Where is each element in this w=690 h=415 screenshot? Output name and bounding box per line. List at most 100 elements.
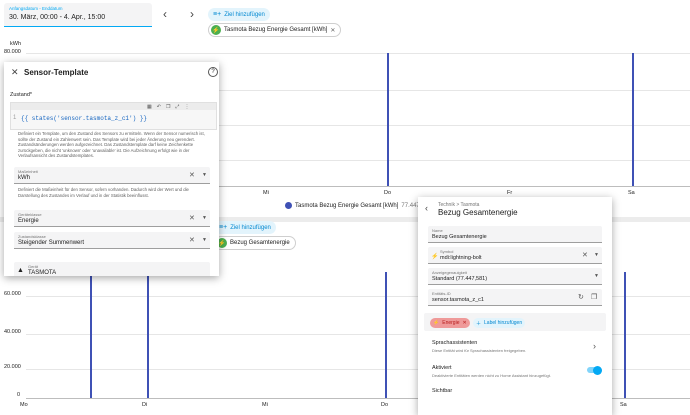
unit-field[interactable]: Maßeinheit kWh ✕ ▼ <box>14 167 210 184</box>
chevron-right-icon: › <box>593 341 596 351</box>
clear-icon[interactable]: ✕ <box>189 214 195 222</box>
label-chip-energie[interactable]: ⚡ Energie ✕ <box>430 318 470 328</box>
copy-icon[interactable]: ❐ <box>166 104 170 110</box>
dropdown-arrow-icon[interactable]: ▼ <box>202 172 207 178</box>
chart-bar[interactable] <box>385 272 387 398</box>
dropdown-arrow-icon[interactable]: ▼ <box>202 237 207 243</box>
grid-line <box>26 53 690 54</box>
unit-value: kWh <box>18 175 30 181</box>
undo-icon[interactable]: ↶ <box>157 104 161 110</box>
x-tick-label: Sa <box>628 190 635 196</box>
y-tick-label: 20.000 <box>4 364 21 370</box>
next-period-button[interactable]: › <box>190 8 194 20</box>
legend-label: Tasmota Bezug Energie Gesamt [kWh] <box>295 202 399 209</box>
back-arrow-icon[interactable]: ‹ <box>425 204 428 213</box>
previous-period-button[interactable]: ‹ <box>163 8 167 20</box>
toggle-knob <box>593 365 602 375</box>
clear-icon[interactable]: ✕ <box>189 236 195 244</box>
expand-icon[interactable]: ⤢ <box>175 104 179 110</box>
device-class-value: Energie <box>18 218 39 224</box>
name-field[interactable]: Name Bezug Gesamtenergie <box>428 226 602 243</box>
close-icon[interactable]: ✕ <box>462 320 466 326</box>
device-class-label: Geräteklasse <box>18 212 42 217</box>
state-label: Zustand* <box>10 92 33 98</box>
voice-assistants-row[interactable]: Sprachassistenten Diese Entität wird für… <box>418 338 612 360</box>
clear-icon[interactable]: ✕ <box>582 251 588 259</box>
device-value: TASMOTA <box>28 270 57 276</box>
lightning-bolt-icon: ⚡ <box>211 25 221 35</box>
entity-id-label: Entitäts-ID <box>432 291 451 296</box>
display-precision-field[interactable]: Anzeigegenauigkeit Standard (77.447,581)… <box>428 268 602 285</box>
device-icon: ▲ <box>17 267 24 274</box>
icon-field[interactable]: Symbol ⚡ mdi:lightning-bolt ✕ ▼ <box>428 247 602 264</box>
close-dialog-icon[interactable]: ✕ <box>11 68 19 77</box>
dropdown-arrow-icon[interactable]: ▼ <box>594 273 599 279</box>
enabled-toggle[interactable] <box>587 365 602 375</box>
x-tick-label: Fr <box>507 190 513 196</box>
unit-label: Maßeinheit <box>18 169 38 174</box>
add-label-button[interactable]: ＋ Label hinzufügen <box>473 318 526 328</box>
device-field[interactable]: Gerät ▲ TASMOTA <box>14 262 210 276</box>
y-tick-label: 80.000 <box>4 49 21 55</box>
state-class-field[interactable]: Zustandsklasse Steigender Summenwert ✕ ▼ <box>14 232 210 249</box>
add-target-button-bottom[interactable]: ≡+ Ziel hinzufügen <box>214 221 276 234</box>
more-icon[interactable]: ⋮ <box>184 104 189 110</box>
chart-bar[interactable] <box>624 272 626 398</box>
editor-toolbar-icons[interactable]: ▦ ↶ ❐ ⤢ ⋮ <box>147 104 189 110</box>
close-icon[interactable]: ✕ <box>330 27 335 34</box>
entity-id-field[interactable]: Entitäts-ID sensor.tasmota_z_c1 ↻ ❐ <box>428 289 602 306</box>
date-range-picker[interactable]: Anfangsdatum - Enddatum 30. März, 00:00 … <box>4 3 152 27</box>
y-tick-label: 0 <box>17 392 21 398</box>
chart-bar[interactable] <box>632 53 634 186</box>
copy-icon[interactable]: ❐ <box>591 293 597 301</box>
voice-assistants-subtitle: Diese Entität wird für Sprachassistenten… <box>432 348 527 353</box>
x-tick-label: Di <box>142 402 148 408</box>
date-range-label: Anfangsdatum - Enddatum <box>9 6 63 11</box>
chart-bar[interactable] <box>90 272 92 398</box>
device-label: Gerät <box>28 264 39 269</box>
code-editor[interactable]: ▦ ↶ ❐ ⤢ ⋮ 1 {{ states('sensor.tasmota_z_… <box>10 102 217 130</box>
grid-icon[interactable]: ▦ <box>147 104 152 110</box>
label-chip-text: Energie <box>442 320 460 326</box>
clear-icon[interactable]: ✕ <box>189 171 195 179</box>
x-tick-label: Do <box>384 190 392 196</box>
unit-help-text: Definiert die Maßeinheit für den Sensor,… <box>18 187 189 198</box>
icon-value: mdi:lightning-bolt <box>440 255 482 261</box>
lightning-bolt-icon: ⚡ <box>431 254 439 260</box>
name-value: Bezug Gesamtenergie <box>432 234 487 240</box>
label-outline-icon: ＋ <box>476 320 482 327</box>
template-code: {{ states('sensor.tasmota_z_c1') }} <box>21 115 148 122</box>
dropdown-arrow-icon[interactable]: ▼ <box>202 215 207 221</box>
display-precision-value: Standard (77.447,581) <box>432 276 488 282</box>
chart-bar[interactable] <box>147 272 149 398</box>
y-tick-label: 40.000 <box>4 329 21 335</box>
chart-bar[interactable] <box>387 53 389 186</box>
visible-title: Sichtbar <box>432 388 453 394</box>
entity-chip-label: Bezug Gesamtenergie <box>230 240 290 246</box>
device-class-field[interactable]: Geräteklasse Energie ✕ ▼ <box>14 210 210 227</box>
help-icon[interactable]: ? <box>208 67 218 77</box>
x-tick-label: Mo <box>20 402 28 408</box>
date-range-value: 30. März, 00:00 - 4. Apr., 15:00 <box>9 14 106 21</box>
regenerate-icon[interactable]: ↻ <box>578 293 584 301</box>
sensor-template-dialog: ✕ Sensor-Template ? Zustand* ▦ ↶ ❐ ⤢ ⋮ 1… <box>4 62 219 276</box>
playlist-plus-icon: ≡+ <box>213 11 222 18</box>
icon-label: Symbol <box>440 249 454 254</box>
label-icon: ⚡ <box>433 320 440 326</box>
dialog-title: Bezug Gesamtenergie <box>438 208 518 217</box>
entity-chip[interactable]: ⚡ Tasmota Bezug Energie Gesamt [kWh] ✕ <box>208 23 342 37</box>
x-tick-label: Sa <box>620 402 627 408</box>
add-target-label: Ziel hinzufügen <box>230 224 271 231</box>
enabled-subtitle: Deaktivierte Entitäten werden nicht zu H… <box>432 373 551 378</box>
dropdown-arrow-icon[interactable]: ▼ <box>594 252 599 258</box>
x-tick-label: Do <box>381 402 389 408</box>
entity-chip-bottom[interactable]: ⚡ Bezug Gesamtenergie <box>214 236 296 250</box>
voice-assistants-title: Sprachassistenten <box>432 340 478 346</box>
entity-chip-label: Tasmota Bezug Energie Gesamt [kWh] <box>224 27 328 33</box>
chart-unit-label: kWh <box>10 41 21 47</box>
add-label-text: Label hinzufügen <box>484 320 523 326</box>
add-target-button[interactable]: ≡+ Ziel hinzufügen <box>208 8 270 21</box>
dialog-title: Sensor-Template <box>24 68 89 77</box>
x-tick-label: Mi <box>263 190 269 196</box>
playlist-plus-icon: ≡+ <box>219 224 228 231</box>
